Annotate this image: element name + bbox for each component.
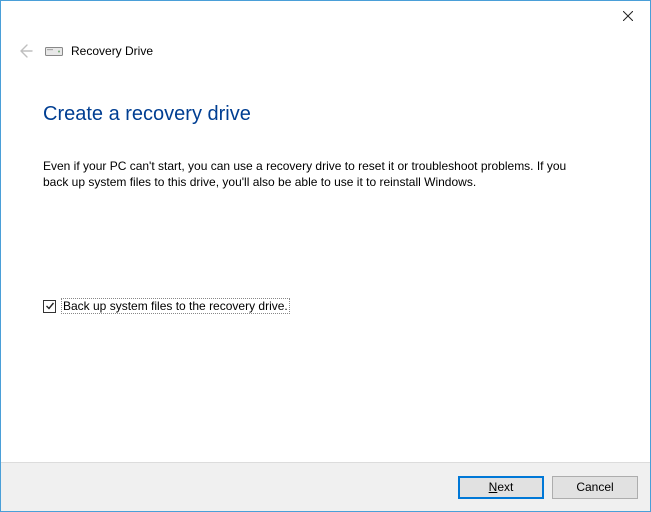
backup-checkbox[interactable]	[43, 300, 56, 313]
window-title: Recovery Drive	[71, 44, 153, 58]
drive-icon	[45, 45, 63, 57]
wizard-footer: Next Cancel	[1, 462, 650, 511]
backup-checkbox-label[interactable]: Back up system files to the recovery dri…	[61, 298, 290, 314]
page-heading: Create a recovery drive	[43, 103, 608, 126]
next-button[interactable]: Next	[458, 476, 544, 499]
titlebar	[1, 1, 650, 31]
close-icon	[623, 11, 633, 21]
header-row: Recovery Drive	[1, 31, 650, 65]
next-button-rest: ext	[497, 480, 513, 494]
next-button-accelerator: N	[489, 480, 498, 494]
description-text: Even if your PC can't start, you can use…	[43, 158, 583, 190]
back-arrow-icon	[17, 43, 33, 59]
backup-checkbox-row[interactable]: Back up system files to the recovery dri…	[43, 298, 608, 314]
back-button	[15, 41, 35, 61]
close-button[interactable]	[606, 1, 650, 31]
checkmark-icon	[45, 301, 55, 311]
recovery-drive-wizard: Recovery Drive Create a recovery drive E…	[0, 0, 651, 512]
cancel-button[interactable]: Cancel	[552, 476, 638, 499]
content-area: Create a recovery drive Even if your PC …	[1, 65, 650, 462]
